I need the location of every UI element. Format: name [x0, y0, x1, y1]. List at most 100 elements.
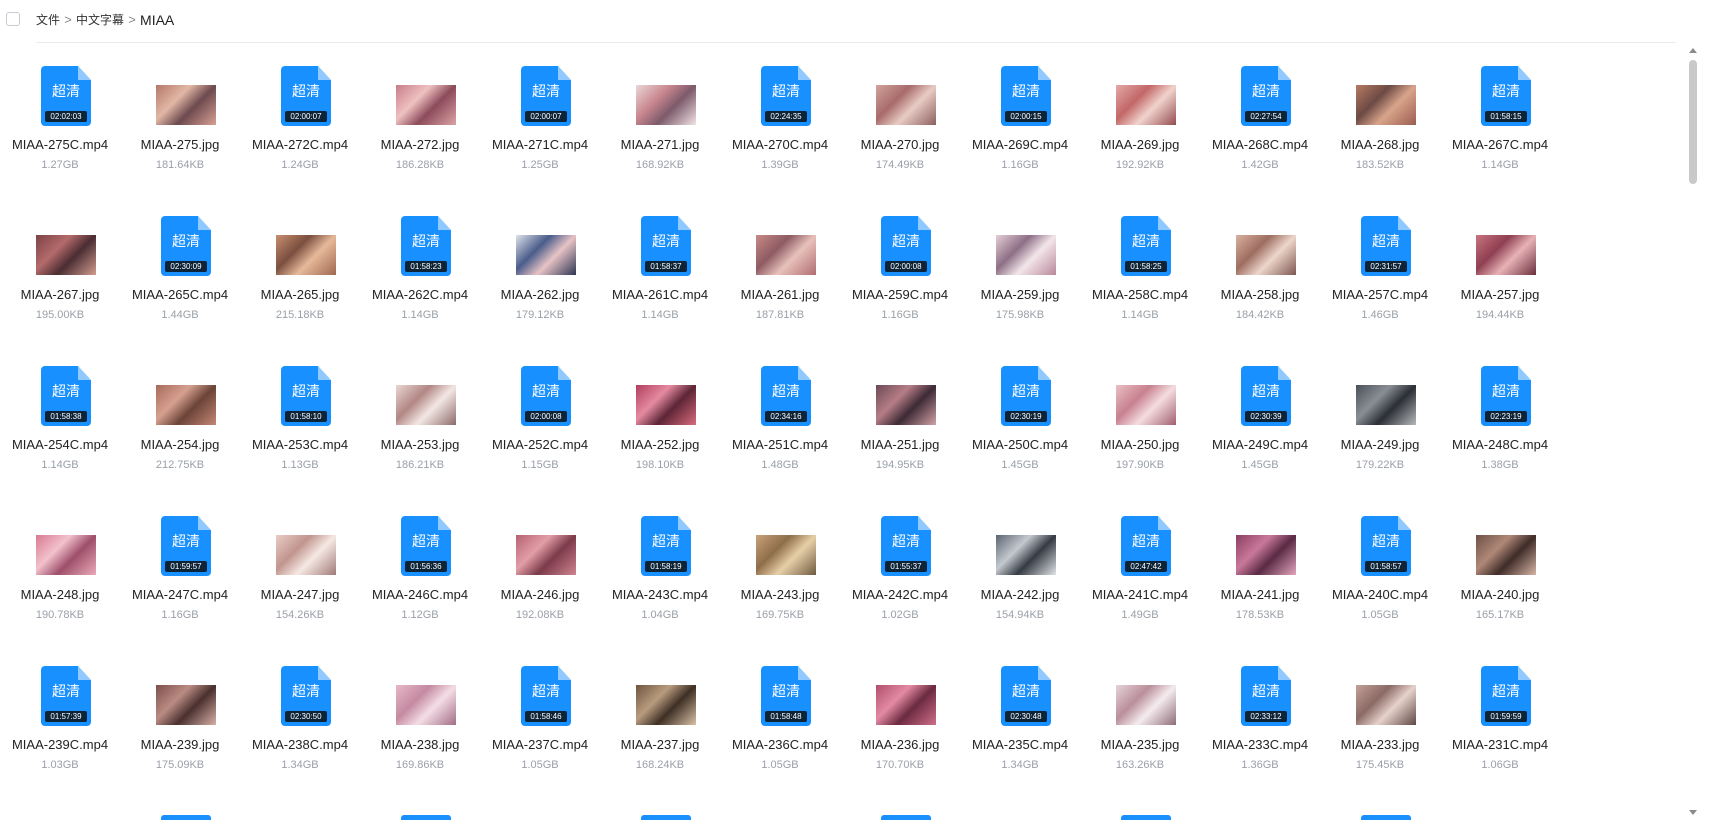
file-thumbnail: [600, 658, 720, 728]
file-item[interactable]: MIAA-253.jpg 186.21KB: [360, 358, 480, 508]
file-item[interactable]: MIAA-262.jpg 179.12KB: [480, 208, 600, 358]
file-item[interactable]: MIAA-265.jpg 215.18KB: [240, 208, 360, 358]
file-name: MIAA-269.jpg: [1100, 137, 1180, 152]
file-item[interactable]: 超清 01:58:57 MIAA-240C.mp4 1.05GB: [1320, 508, 1440, 658]
file-item[interactable]: 超清 01:58:10 MIAA-253C.mp4 1.13GB: [240, 358, 360, 508]
video-duration: 01:58:37: [645, 261, 687, 272]
file-item[interactable]: 超清 02:30:48 MIAA-235C.mp4 1.34GB: [960, 658, 1080, 808]
file-item[interactable]: 超清 01:58:19 MIAA-243C.mp4 1.04GB: [600, 508, 720, 658]
file-item[interactable]: MIAA-246.jpg 192.08KB: [480, 508, 600, 658]
breadcrumb-item-subtitles[interactable]: 中文字幕: [76, 11, 124, 28]
file-thumbnail: [360, 658, 480, 728]
file-item[interactable]: 超清 01:58:37 MIAA-261C.mp4 1.14GB: [600, 208, 720, 358]
breadcrumb-item-files[interactable]: 文件: [36, 11, 60, 28]
file-item[interactable]: MIAA-250.jpg 197.90KB: [1080, 358, 1200, 508]
video-duration: 02:00:07: [285, 111, 327, 122]
file-item[interactable]: MIAA-240.jpg 165.17KB: [1440, 508, 1560, 658]
file-item[interactable]: 超清 02:47:42 MIAA-241C.mp4 1.49GB: [1080, 508, 1200, 658]
file-item[interactable]: MIAA-237.jpg 168.24KB: [600, 658, 720, 808]
file-item[interactable]: 超清 01:58:15 MIAA-267C.mp4 1.14GB: [1440, 58, 1560, 208]
file-item[interactable]: MIAA-261.jpg 187.81KB: [720, 208, 840, 358]
file-size: 1.06GB: [1481, 759, 1519, 771]
file-item[interactable]: MIAA-270.jpg 174.49KB: [840, 58, 960, 208]
file-item[interactable]: 超清 02:00:08 MIAA-252C.mp4 1.15GB: [480, 358, 600, 508]
file-item[interactable]: MIAA-272.jpg 186.28KB: [360, 58, 480, 208]
file-size: 168.24KB: [635, 759, 685, 771]
file-item[interactable]: MIAA-239.jpg 175.09KB: [120, 658, 240, 808]
file-item[interactable]: 超清 02:27:54 MIAA-268C.mp4 1.42GB: [1200, 58, 1320, 208]
video-duration: 02:27:54: [1245, 111, 1287, 122]
file-item[interactable]: MIAA-251.jpg 194.95KB: [840, 358, 960, 508]
file-item[interactable]: 超清 02:30:50 MIAA-238C.mp4 1.34GB: [240, 658, 360, 808]
scrollbar-thumb[interactable]: [1689, 60, 1697, 184]
file-item[interactable]: 超清 02:00:15 MIAA-269C.mp4 1.16GB: [960, 58, 1080, 208]
breadcrumb: 文件 > 中文字幕 > MIAA: [36, 11, 174, 28]
file-item[interactable]: MIAA-243.jpg 169.75KB: [720, 508, 840, 658]
image-thumbnail: [876, 685, 936, 725]
file-item[interactable]: 超清 01:58:38 MIAA-254C.mp4 1.14GB: [0, 358, 120, 508]
file-thumbnail: 超清 01:59:57: [120, 508, 240, 578]
scroll-down-arrow-icon[interactable]: [1689, 810, 1697, 815]
file-item[interactable]: MIAA-267.jpg 195.00KB: [0, 208, 120, 358]
hd-badge-label: 超清: [1492, 83, 1520, 99]
file-item[interactable]: MIAA-236.jpg 170.70KB: [840, 658, 960, 808]
file-item[interactable]: 超清 02:24:35 MIAA-270C.mp4 1.39GB: [720, 58, 840, 208]
file-item[interactable]: MIAA-269.jpg 192.92KB: [1080, 58, 1200, 208]
file-item[interactable]: 超清 01:57:39 MIAA-239C.mp4 1.03GB: [0, 658, 120, 808]
file-item[interactable]: 超清 02:00:07 MIAA-271C.mp4 1.25GB: [480, 58, 600, 208]
file-item[interactable]: 超清 01:56:36 MIAA-246C.mp4 1.12GB: [360, 508, 480, 658]
file-item[interactable]: 超清 01:58:23 MIAA-262C.mp4 1.14GB: [360, 208, 480, 358]
page-fold-icon: [678, 216, 691, 230]
file-item[interactable]: 超清 02:34:16 MIAA-251C.mp4 1.48GB: [720, 358, 840, 508]
file-item[interactable]: 超清 02:30:39 MIAA-249C.mp4 1.45GB: [1200, 358, 1320, 508]
file-item[interactable]: MIAA-247.jpg 154.26KB: [240, 508, 360, 658]
file-item[interactable]: MIAA-252.jpg 198.10KB: [600, 358, 720, 508]
file-size: 1.14GB: [641, 309, 679, 321]
image-thumbnail: [1236, 235, 1296, 275]
file-item[interactable]: 超清 01:58:48 MIAA-236C.mp4 1.05GB: [720, 658, 840, 808]
file-item[interactable]: MIAA-233.jpg 175.45KB: [1320, 658, 1440, 808]
file-item[interactable]: MIAA-254.jpg 212.75KB: [120, 358, 240, 508]
file-size: 1.44GB: [161, 309, 199, 321]
file-item[interactable]: 超清 02:30:19 MIAA-250C.mp4 1.45GB: [960, 358, 1080, 508]
file-item[interactable]: MIAA-242.jpg 154.94KB: [960, 508, 1080, 658]
file-item[interactable]: MIAA-271.jpg 168.92KB: [600, 58, 720, 208]
file-item[interactable]: MIAA-257.jpg 194.44KB: [1440, 208, 1560, 358]
file-item[interactable]: MIAA-275.jpg 181.64KB: [120, 58, 240, 208]
file-item[interactable]: MIAA-268.jpg 183.52KB: [1320, 58, 1440, 208]
file-item[interactable]: 超清 02:23:19 MIAA-248C.mp4 1.38GB: [1440, 358, 1560, 508]
file-size: 1.14GB: [401, 309, 439, 321]
file-item[interactable]: MIAA-248.jpg 190.78KB: [0, 508, 120, 658]
file-size: 1.16GB: [881, 309, 919, 321]
file-item[interactable]: MIAA-258.jpg 184.42KB: [1200, 208, 1320, 358]
file-item[interactable]: 超清 01:55:37 MIAA-242C.mp4 1.02GB: [840, 508, 960, 658]
file-name: MIAA-258C.mp4: [1091, 287, 1189, 302]
file-item[interactable]: 超清 01:58:46 MIAA-237C.mp4 1.05GB: [480, 658, 600, 808]
file-item[interactable]: 超清 02:31:57 MIAA-257C.mp4 1.46GB: [1320, 208, 1440, 358]
file-item[interactable]: 超清 02:33:12 MIAA-233C.mp4 1.36GB: [1200, 658, 1320, 808]
file-item[interactable]: 超清 02:30:09 MIAA-265C.mp4 1.44GB: [120, 208, 240, 358]
file-item[interactable]: 超清 01:59:57 MIAA-247C.mp4 1.16GB: [120, 508, 240, 658]
file-item[interactable]: 超清 02:00:07 MIAA-272C.mp4 1.24GB: [240, 58, 360, 208]
file-name: MIAA-268C.mp4: [1211, 137, 1309, 152]
file-thumbnail: [0, 208, 120, 278]
file-item[interactable]: 超清 02:02:03 MIAA-275C.mp4 1.27GB: [0, 58, 120, 208]
file-name: MIAA-257C.mp4: [1331, 287, 1429, 302]
file-item[interactable]: 超清 02:00:08 MIAA-259C.mp4 1.16GB: [840, 208, 960, 358]
file-item[interactable]: 超清 01:58:25 MIAA-258C.mp4 1.14GB: [1080, 208, 1200, 358]
video-file-icon-partial: [161, 815, 211, 820]
scroll-up-arrow-icon[interactable]: [1689, 48, 1697, 53]
file-item[interactable]: MIAA-238.jpg 169.86KB: [360, 658, 480, 808]
file-item[interactable]: MIAA-241.jpg 178.53KB: [1200, 508, 1320, 658]
vertical-scrollbar[interactable]: [1686, 44, 1700, 820]
file-thumbnail: 超清 02:27:54: [1200, 58, 1320, 128]
file-size: 1.36GB: [1241, 759, 1279, 771]
file-size: 1.15GB: [521, 459, 559, 471]
file-item[interactable]: MIAA-249.jpg 179.22KB: [1320, 358, 1440, 508]
file-item[interactable]: MIAA-235.jpg 163.26KB: [1080, 658, 1200, 808]
select-all-checkbox[interactable]: [6, 12, 20, 26]
file-item[interactable]: 超清 01:59:59 MIAA-231C.mp4 1.06GB: [1440, 658, 1560, 808]
file-thumbnail: [120, 58, 240, 128]
file-item[interactable]: MIAA-259.jpg 175.98KB: [960, 208, 1080, 358]
file-name: MIAA-275C.mp4: [11, 137, 109, 152]
